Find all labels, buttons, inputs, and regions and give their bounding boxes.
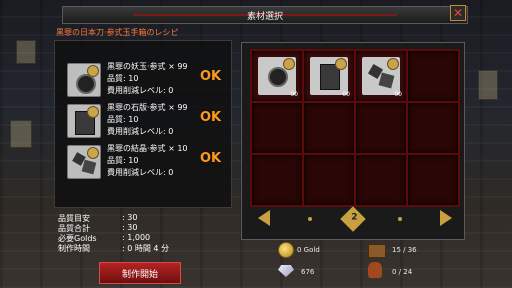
materials-panel: 黒罪の妖玉·参式 × 99 品質: 10 費用削減レベル: 0 OK 黒罪の石版…: [54, 40, 232, 208]
inventory-slot[interactable]: [250, 101, 304, 155]
orb-icon: [67, 63, 101, 97]
stat-value: : 30: [122, 213, 138, 222]
inventory-slot[interactable]: [250, 153, 304, 207]
stat-row: 必要Golds : 1,000: [58, 233, 228, 243]
current-page-indicator: 2: [340, 206, 366, 232]
prev-page-arrow-icon[interactable]: [258, 210, 270, 226]
inventory-slot[interactable]: [302, 101, 356, 155]
recipe-title: 黒罪の日本刀·参式玉手箱のレシピ: [56, 28, 179, 37]
slot-count: 00: [342, 91, 350, 98]
slot-count: 00: [394, 91, 402, 98]
ok-status: OK: [200, 151, 222, 166]
material-name: 黒罪の石版·参式 × 99: [107, 103, 188, 112]
inventory-slot[interactable]: [354, 153, 408, 207]
inventory-slot[interactable]: 00: [354, 49, 408, 103]
crystal-icon: [362, 57, 400, 95]
stat-value: : 1,000: [122, 233, 151, 242]
bag-icon: [368, 262, 382, 278]
material-quality: 品質: 10: [107, 115, 139, 124]
inventory-slot[interactable]: [354, 101, 408, 155]
orb-icon: [258, 57, 296, 95]
material-level: 費用削減レベル: 0: [107, 127, 174, 136]
inventory-slot[interactable]: [302, 153, 356, 207]
material-row[interactable]: 黒罪の妖玉·参式 × 99 品質: 10 費用削減レベル: 0 OK: [63, 61, 229, 99]
pager: 2: [258, 206, 452, 232]
background-window: [16, 40, 36, 64]
material-name: 黒罪の結晶·参式 × 10: [107, 144, 188, 153]
inventory-slot[interactable]: [406, 49, 460, 103]
inventory-slot[interactable]: [406, 153, 460, 207]
material-row[interactable]: 黒罪の石版·参式 × 99 品質: 10 費用削減レベル: 0 OK: [63, 102, 229, 140]
crystal-icon: [67, 145, 101, 179]
material-quality: 品質: 10: [107, 156, 139, 165]
background-window: [10, 120, 32, 148]
material-row[interactable]: 黒罪の結晶·参式 × 10 品質: 10 費用削減レベル: 0 OK: [63, 143, 229, 181]
storage-count: 15 / 36: [392, 246, 417, 254]
material-level: 費用削減レベル: 0: [107, 86, 174, 95]
bag-count: 0 / 24: [392, 268, 413, 276]
titlebar: 素材選択: [62, 6, 468, 24]
inventory-slot[interactable]: 00: [302, 49, 356, 103]
inventory-slot[interactable]: 00: [250, 49, 304, 103]
stat-row: 品質目安 : 30: [58, 213, 228, 223]
slot-count: 00: [290, 91, 298, 98]
material-quality: 品質: 10: [107, 74, 139, 83]
current-page-number: 2: [351, 212, 358, 223]
stone-tablet-icon: [67, 104, 101, 138]
stat-value: : 30: [122, 223, 138, 232]
next-page-arrow-icon[interactable]: [440, 210, 452, 226]
titlebar-ornament: [267, 14, 397, 16]
background-window: [478, 70, 498, 100]
stat-label: 制作時間: [58, 244, 90, 253]
stat-row: 制作時間 : 0 時間 4 分: [58, 243, 228, 253]
crafting-stats: 品質目安 : 30 品質合計 : 30 必要Golds : 1,000 制作時間…: [58, 213, 228, 253]
close-icon[interactable]: ✕: [450, 5, 466, 21]
stat-value: : 0 時間 4 分: [122, 244, 170, 253]
start-crafting-button[interactable]: 制作開始: [99, 262, 181, 284]
stat-row: 品質合計 : 30: [58, 223, 228, 233]
gold-amount: 0 Gold: [297, 246, 320, 254]
ok-status: OK: [200, 110, 222, 125]
stone-tablet-icon: [310, 57, 348, 95]
material-level: 費用削減レベル: 0: [107, 168, 174, 177]
gem-amount: 676: [301, 268, 315, 276]
storage-chest-icon: [368, 244, 386, 258]
window-title: 素材選択: [246, 11, 283, 22]
material-name: 黒罪の妖玉·参式 × 99: [107, 62, 188, 71]
inventory-slot[interactable]: [406, 101, 460, 155]
page-dot: [308, 217, 312, 221]
titlebar-ornament: [133, 14, 263, 16]
ok-status: OK: [200, 69, 222, 84]
gold-coin-icon: [278, 242, 294, 258]
page-dot: [398, 217, 402, 221]
